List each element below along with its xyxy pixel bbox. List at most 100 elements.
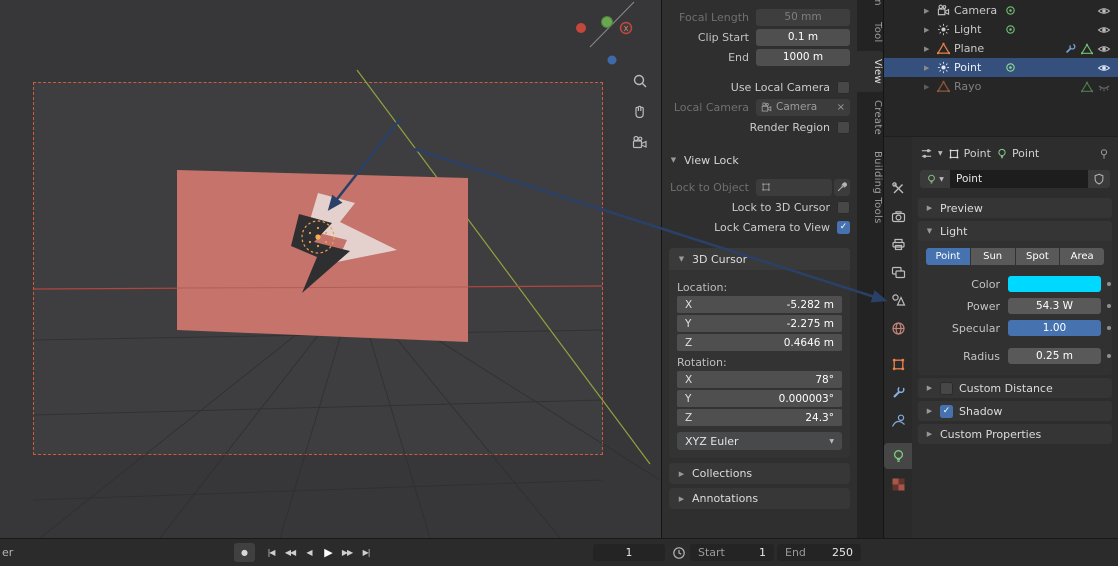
annotations-panel-header[interactable]: ▶ Annotations [669, 488, 850, 509]
prev-keyframe-button[interactable]: ◀◀ [281, 543, 299, 562]
light-data-icon[interactable] [1005, 62, 1016, 73]
cursor-rotation-z-field[interactable]: Z 24.3° [677, 409, 842, 426]
tab-scene-properties[interactable] [884, 287, 912, 313]
expand-icon[interactable]: ▶ [924, 83, 933, 91]
render-region-checkbox[interactable] [837, 120, 850, 134]
tab-tool[interactable]: Tool [857, 14, 883, 51]
zoom-icon[interactable] [629, 70, 651, 92]
gizmo-axis-dot-green[interactable] [601, 16, 613, 28]
outliner-row-light[interactable]: ▶ Light [884, 20, 1118, 39]
tab-render-properties[interactable] [884, 203, 912, 229]
frame-start-field[interactable]: Start 1 [690, 544, 774, 561]
animate-dot[interactable] [1107, 282, 1111, 286]
3d-viewport[interactable]: X [0, 0, 661, 538]
eye-closed-icon[interactable] [1097, 80, 1111, 94]
light-type-area-button[interactable]: Area [1060, 248, 1104, 265]
clear-local-camera-button[interactable]: × [837, 102, 845, 113]
expand-icon[interactable]: ▶ [924, 7, 933, 15]
eye-icon[interactable] [1097, 4, 1111, 18]
mesh-data-icon[interactable] [1081, 43, 1093, 55]
use-local-camera-checkbox[interactable] [837, 80, 850, 94]
datablock-name-field[interactable]: Point [950, 170, 1088, 188]
custom-distance-checkbox[interactable] [940, 381, 953, 395]
pin-icon[interactable] [1098, 148, 1110, 160]
tab-object-properties[interactable] [884, 351, 912, 377]
light-panel-header[interactable]: ▼ Light [918, 221, 1112, 241]
radius-field[interactable]: 0.25 m [1008, 348, 1101, 364]
breadcrumb-data[interactable]: Point [996, 147, 1039, 160]
animate-dot[interactable] [1107, 304, 1111, 308]
eye-icon[interactable] [1097, 23, 1111, 37]
record-button[interactable]: ● [234, 543, 255, 562]
animate-dot[interactable] [1107, 326, 1111, 330]
clock-icon[interactable] [672, 546, 686, 560]
gizmo-axis-dot-blue[interactable] [607, 55, 617, 65]
modifier-wrench-icon[interactable] [1064, 43, 1076, 55]
current-frame-field[interactable]: 1 [593, 544, 665, 561]
power-field[interactable]: 54.3 W [1008, 298, 1101, 314]
cursor-location-z-field[interactable]: Z 0.4646 m [677, 334, 842, 351]
jump-to-end-button[interactable]: ▶| [357, 543, 375, 562]
rotation-mode-dropdown[interactable]: XYZ Euler ▼ [677, 432, 842, 450]
tab-world-properties[interactable] [884, 315, 912, 341]
animate-dot[interactable] [1107, 354, 1111, 358]
lock-to-object-field[interactable] [756, 178, 832, 196]
frame-end-field[interactable]: End 250 [777, 544, 861, 561]
tab-tool-properties[interactable] [884, 175, 912, 201]
cursor-rotation-y-field[interactable]: Y 0.000003° [677, 390, 842, 407]
3d-cursor-panel-header[interactable]: ▼ 3D Cursor [669, 248, 850, 270]
tab-create[interactable]: Create [857, 92, 883, 143]
outliner-row-rayo[interactable]: ▶ Rayo [884, 77, 1118, 96]
pan-hand-icon[interactable] [629, 101, 651, 123]
light-type-spot-button[interactable]: Spot [1015, 248, 1060, 265]
tab-view[interactable]: View [857, 50, 883, 92]
gizmo-axis-dot-red[interactable] [576, 23, 586, 33]
lock-to-3d-cursor-checkbox[interactable] [837, 200, 850, 214]
tab-object-data-properties[interactable] [884, 443, 912, 469]
mesh-data-icon[interactable] [1081, 81, 1093, 93]
shadow-checkbox[interactable]: ✓ [940, 404, 953, 418]
view-lock-header[interactable]: ▼ View Lock [669, 150, 850, 170]
chevron-down-icon[interactable]: ▼ [938, 150, 943, 157]
eye-icon[interactable] [1097, 61, 1111, 75]
preview-panel-header[interactable]: ▶ Preview [918, 198, 1112, 218]
play-button[interactable]: ▶ [319, 543, 337, 562]
datablock-selector[interactable]: ▼ [920, 170, 950, 188]
breadcrumb-object[interactable]: Point [948, 147, 991, 160]
color-swatch[interactable] [1008, 276, 1101, 292]
tab-view-layer-properties[interactable] [884, 259, 912, 285]
camera-view-icon[interactable] [629, 132, 651, 154]
cursor-location-x-field[interactable]: X -5.282 m [677, 296, 842, 313]
eye-icon[interactable] [1097, 42, 1111, 56]
tab-physics-properties[interactable] [884, 407, 912, 433]
light-type-sun-button[interactable]: Sun [970, 248, 1015, 265]
tab-item[interactable]: Item [857, 0, 883, 14]
lock-camera-to-view-checkbox[interactable]: ✓ [837, 220, 850, 234]
properties-editor-icon[interactable] [920, 147, 933, 160]
local-camera-field[interactable]: Camera × [756, 98, 850, 116]
next-keyframe-button[interactable]: ▶▶ [338, 543, 356, 562]
outliner-row-camera[interactable]: ▶ Camera [884, 1, 1118, 20]
light-type-point-button[interactable]: Point [926, 248, 970, 265]
object-data-icon[interactable] [1005, 5, 1016, 16]
tab-modifier-properties[interactable] [884, 379, 912, 405]
specular-slider[interactable]: 1.00 [1008, 320, 1101, 336]
expand-icon[interactable]: ▶ [924, 26, 933, 34]
outliner-row-plane[interactable]: ▶ Plane [884, 39, 1118, 58]
expand-icon[interactable]: ▶ [924, 45, 933, 53]
tab-building-tools[interactable]: Building Tools [857, 143, 883, 232]
custom-properties-panel-header[interactable]: ▶ Custom Properties [918, 424, 1112, 444]
focal-length-field[interactable]: 50 mm [756, 8, 850, 26]
navigation-gizmo[interactable]: X [576, 16, 633, 65]
clip-start-field[interactable]: 0.1 m [756, 28, 850, 46]
play-reverse-button[interactable]: ◀ [300, 543, 318, 562]
eyedropper-icon[interactable] [834, 178, 850, 196]
outliner-row-point[interactable]: ▶ Point [884, 58, 1118, 77]
clip-end-field[interactable]: 1000 m [756, 48, 850, 66]
light-data-icon[interactable] [1005, 24, 1016, 35]
collections-panel-header[interactable]: ▶ Collections [669, 463, 850, 484]
tab-texture-properties[interactable] [884, 471, 912, 497]
shadow-panel-header[interactable]: ▶ ✓ Shadow [918, 401, 1112, 421]
cursor-rotation-x-field[interactable]: X 78° [677, 371, 842, 388]
fake-user-shield-icon[interactable] [1088, 170, 1110, 188]
